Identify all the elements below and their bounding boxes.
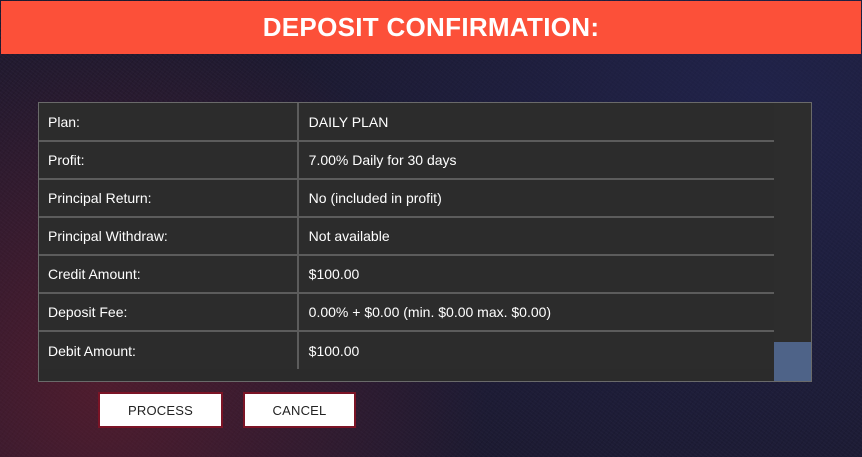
row-label: Deposit Fee: bbox=[39, 292, 299, 332]
row-label: Credit Amount: bbox=[39, 254, 299, 294]
scrollbar-thumb[interactable] bbox=[774, 342, 811, 381]
row-label: Principal Return: bbox=[39, 178, 299, 218]
row-value: Not available bbox=[296, 216, 777, 256]
cancel-button[interactable]: CANCEL bbox=[243, 392, 356, 428]
table-row: Debit Amount: $100.00 bbox=[39, 330, 777, 369]
page-title: DEPOSIT CONFIRMATION: bbox=[262, 12, 600, 42]
row-value: 7.00% Daily for 30 days bbox=[296, 140, 777, 180]
table-row: Plan: DAILY PLAN bbox=[39, 103, 777, 142]
table-row: Principal Return: No (included in profit… bbox=[39, 178, 777, 218]
table-row: Credit Amount: $100.00 bbox=[39, 254, 777, 294]
row-value: No (included in profit) bbox=[296, 178, 777, 218]
row-label: Plan: bbox=[39, 103, 299, 142]
row-label: Profit: bbox=[39, 140, 299, 180]
row-label: Principal Withdraw: bbox=[39, 216, 299, 256]
row-value: 0.00% + $0.00 (min. $0.00 max. $0.00) bbox=[296, 292, 777, 332]
table-row: Deposit Fee: 0.00% + $0.00 (min. $0.00 m… bbox=[39, 292, 777, 332]
row-value: DAILY PLAN bbox=[296, 103, 777, 142]
table-row: Principal Withdraw: Not available bbox=[39, 216, 777, 256]
row-value: $100.00 bbox=[296, 330, 777, 369]
table-scrollbar[interactable] bbox=[774, 103, 811, 381]
row-value: $100.00 bbox=[296, 254, 777, 294]
page-header: DEPOSIT CONFIRMATION: bbox=[1, 1, 861, 54]
deposit-details-panel: Plan: DAILY PLAN Profit: 7.00% Daily for… bbox=[38, 102, 812, 382]
deposit-details-table: Plan: DAILY PLAN Profit: 7.00% Daily for… bbox=[39, 103, 777, 369]
table-row: Profit: 7.00% Daily for 30 days bbox=[39, 140, 777, 180]
process-button[interactable]: PROCESS bbox=[98, 392, 223, 428]
row-label: Debit Amount: bbox=[39, 330, 299, 369]
